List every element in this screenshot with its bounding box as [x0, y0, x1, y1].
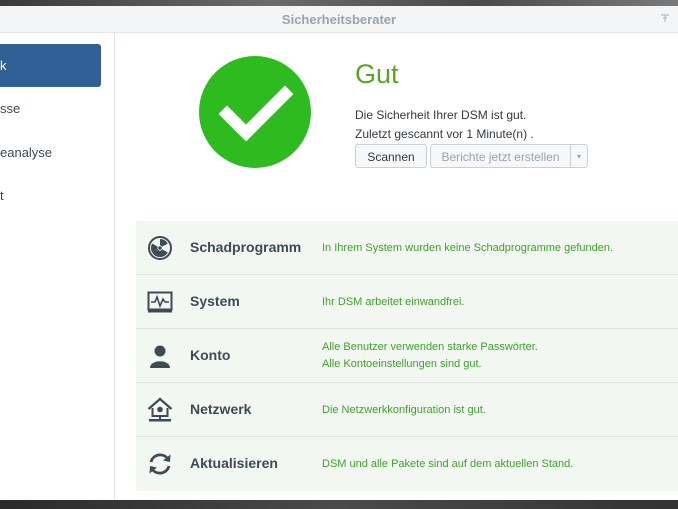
category-message: Alle Kontoeinstellungen sind gut. [322, 358, 482, 370]
main-content: Gut Die Sicherheit Ihrer DSM ist gut. Zu… [115, 33, 678, 500]
last-scan-text: Zuletzt gescannt vor 1 Minute(n) . [355, 127, 534, 141]
desktop-background-bottom [0, 500, 678, 509]
status-ok-icon [199, 56, 311, 168]
category-label: Konto [190, 347, 231, 363]
window-titlebar[interactable]: Sicherheitsberater [0, 6, 678, 33]
category-row-account: Konto Alle Benutzer verwenden starke Pas… [136, 329, 678, 383]
security-categories-panel: Schadprogramm In Ihrem System wurden kei… [136, 221, 678, 491]
sidebar-item-results[interactable]: sse [0, 87, 101, 130]
create-report-button[interactable]: Berichte jetzt erstellen [430, 144, 571, 168]
status-description: Die Sicherheit Ihrer DSM ist gut. [355, 108, 527, 122]
category-row-system: System Ihr DSM arbeitet einwandfrei. [136, 275, 678, 329]
sidebar-item-label: k [0, 58, 7, 73]
radiation-icon [147, 235, 173, 261]
system-monitor-icon [147, 289, 173, 315]
category-label: Schadprogramm [190, 239, 302, 255]
report-dropdown-button[interactable]: ▾ [570, 144, 588, 168]
sidebar: k sse eanalyse t [0, 33, 115, 500]
sidebar-item-label: eanalyse [0, 145, 53, 160]
sidebar-item-login-analysis[interactable]: eanalyse [0, 131, 101, 174]
scan-button[interactable]: Scannen [355, 144, 427, 168]
category-label: Netzwerk [190, 401, 252, 417]
category-label: Aktualisieren [190, 455, 278, 471]
sidebar-item-label: t [0, 188, 4, 203]
category-row-network: Netzwerk Die Netzwerkkonfiguration ist g… [136, 383, 678, 437]
window-title: Sicherheitsberater [281, 12, 397, 27]
pin-icon[interactable] [660, 13, 670, 23]
category-message: DSM und alle Pakete sind auf dem aktuell… [322, 458, 574, 470]
category-message: Ihr DSM arbeitet einwandfrei. [322, 296, 465, 308]
user-icon [147, 343, 173, 369]
category-message: Die Netzwerkkonfiguration ist gut. [322, 404, 486, 416]
security-advisor-window: Sicherheitsberater k sse eanalyse t Gut … [0, 6, 678, 500]
category-row-update: Aktualisieren DSM und alle Pakete sind a… [136, 437, 678, 490]
category-label: System [190, 293, 240, 309]
category-message: In Ihrem System wurden keine Schadprogra… [322, 242, 614, 254]
sidebar-item-advanced[interactable]: t [0, 174, 101, 217]
chevron-down-icon: ▾ [576, 152, 581, 161]
category-message: Alle Benutzer verwenden starke Passwörte… [322, 341, 538, 353]
sidebar-item-label: sse [0, 101, 21, 116]
refresh-icon [147, 451, 173, 477]
category-row-malware: Schadprogramm In Ihrem System wurden kei… [136, 221, 678, 275]
network-home-icon [147, 397, 173, 423]
status-title: Gut [355, 59, 399, 89]
sidebar-item-overview[interactable]: k [0, 44, 101, 87]
